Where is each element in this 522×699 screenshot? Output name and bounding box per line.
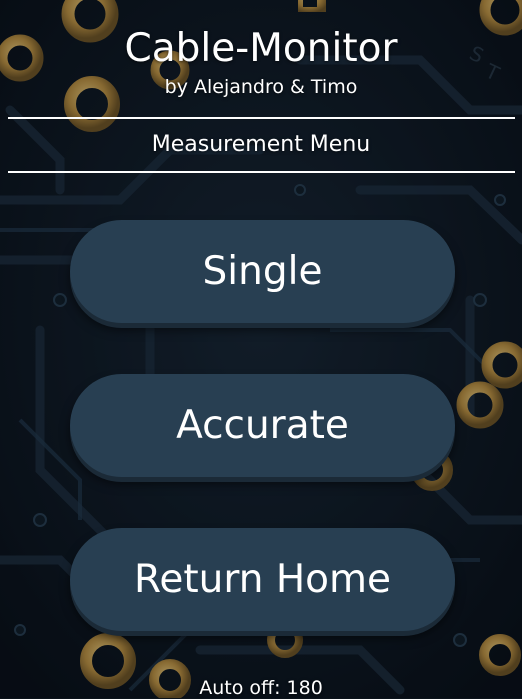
divider-top bbox=[8, 117, 515, 119]
accurate-button[interactable]: Accurate bbox=[70, 374, 455, 477]
app-subtitle: by Alejandro & Timo bbox=[164, 76, 358, 98]
menu-title: Measurement Menu bbox=[151, 132, 371, 157]
divider-bottom bbox=[8, 171, 515, 173]
single-button[interactable]: Single bbox=[70, 220, 455, 323]
auto-off-status: Auto off: 180 bbox=[199, 677, 323, 699]
return-home-button[interactable]: Return Home bbox=[70, 528, 455, 631]
app-title: Cable-Monitor bbox=[124, 26, 398, 71]
